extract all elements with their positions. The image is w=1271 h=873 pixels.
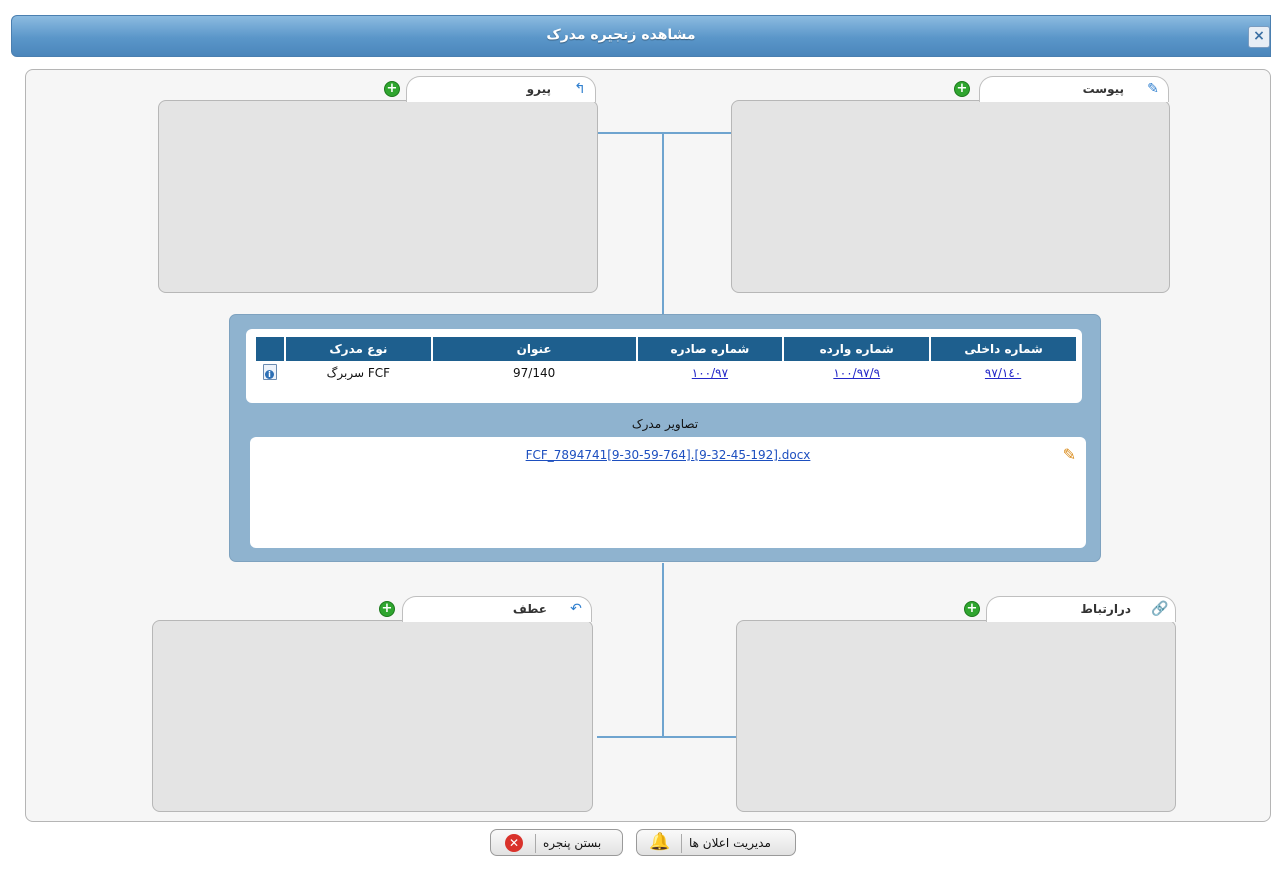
document-table: نوع مدرک عنوان شماره صادره شماره وارده ش… [254, 337, 1076, 385]
manage-notifications-label: مدیریت اعلان ها [689, 836, 771, 850]
group-peyvast: ✎ پیوست + [731, 76, 1170, 293]
table-cell-outgoing-no: ۱۰۰/۹۷ [637, 361, 784, 385]
current-document-panel: نوع مدرک عنوان شماره صادره شماره وارده ش… [229, 314, 1101, 562]
table-cell-doc-type: سربرگ FCF [326, 366, 391, 380]
table-header-row: نوع مدرک عنوان شماره صادره شماره وارده ش… [254, 337, 1076, 361]
group-dar-ertebat-tab[interactable]: 🔗 درارتباط [986, 596, 1176, 622]
table-header-internal-no[interactable]: شماره داخلی [929, 337, 1076, 361]
table-cell-title: 97/140 [513, 366, 556, 380]
paperclip-icon: ✎ [1062, 445, 1076, 464]
link-icon: 🔗 [1151, 601, 1169, 617]
close-window-icon[interactable]: × [1248, 26, 1270, 48]
attachment-doc-icon: ✎ [1147, 81, 1159, 97]
group-pirou: ↰ پیرو + [158, 76, 598, 293]
add-peyvast-button[interactable]: + [954, 81, 970, 97]
group-pirou-body [158, 100, 598, 293]
table-cell-incoming-no: ۱۰۰/۹۷/۹ [783, 361, 930, 385]
table-header-icon [254, 337, 285, 361]
attachment-file-link[interactable]: FCF_7894741[9-30-59-764].[9-32-45-192].d… [250, 448, 1086, 462]
group-pirou-tab[interactable]: ↰ پیرو [406, 76, 596, 102]
add-atf-button[interactable]: + [379, 601, 395, 617]
button-separator [535, 834, 536, 853]
document-images-title: تصاویر مدرک [631, 417, 699, 431]
close-circle-icon: ✕ [505, 834, 523, 852]
group-dar-ertebat: 🔗 درارتباط + [736, 596, 1176, 812]
group-pirou-label: پیرو [526, 82, 551, 96]
group-peyvast-tab[interactable]: ✎ پیوست [979, 76, 1169, 102]
group-dar-ertebat-label: درارتباط [1080, 602, 1131, 616]
connector-top-vertical [662, 133, 664, 314]
follow-up-doc-icon: ↰ [574, 81, 586, 97]
add-pirou-button[interactable]: + [384, 81, 400, 97]
table-header-outgoing-no[interactable]: شماره صادره [635, 337, 784, 361]
button-separator [681, 834, 682, 853]
table-cell-icon[interactable] [255, 361, 285, 385]
table-header-incoming-no[interactable]: شماره وارده [782, 337, 931, 361]
connector-bottom-vertical [662, 563, 664, 737]
table-cell-internal-no: ۹۷/۱٤٠ [930, 361, 1076, 385]
group-atf-body [152, 620, 593, 812]
table-header-title[interactable]: عنوان [430, 337, 637, 361]
bell-icon: 🔔 [649, 832, 671, 852]
group-dar-ertebat-body [736, 620, 1176, 812]
close-window-button[interactable]: ✕ بستن پنجره [490, 829, 623, 856]
incoming-no-link[interactable]: ۱۰۰/۹۷/۹ [833, 366, 880, 380]
document-table-card: نوع مدرک عنوان شماره صادره شماره وارده ش… [246, 329, 1082, 403]
document-info-icon[interactable] [262, 363, 277, 380]
internal-no-link[interactable]: ۹۷/۱٤٠ [985, 366, 1021, 380]
manage-notifications-button[interactable]: 🔔 مدیریت اعلان ها [636, 829, 796, 856]
group-atf: ↶ عطف + [152, 596, 593, 812]
connector-top-horizontal [597, 132, 731, 134]
add-dar-ertebat-button[interactable]: + [964, 601, 980, 617]
group-peyvast-label: پیوست [1082, 82, 1124, 96]
group-atf-label: عطف [512, 602, 547, 616]
table-row: سربرگ FCF 97/140 ۱۰۰/۹۷ ۱۰۰/۹۷/۹ ۹۷/۱٤٠ [255, 361, 1076, 385]
group-atf-tab[interactable]: ↶ عطف [402, 596, 592, 622]
close-window-label: بستن پنجره [543, 836, 602, 850]
connector-bottom-horizontal [597, 736, 737, 738]
group-peyvast-body [731, 100, 1170, 293]
reference-arrow-icon: ↶ [570, 601, 582, 617]
window-title: مشاهده زنجیره مدرک [546, 27, 696, 43]
table-header-doc-type[interactable]: نوع مدرک [283, 337, 432, 361]
document-images-card: FCF_7894741[9-30-59-764].[9-32-45-192].d… [250, 437, 1086, 548]
window-titlebar: مشاهده زنجیره مدرک × [11, 15, 1271, 57]
outgoing-no-link[interactable]: ۱۰۰/۹۷ [692, 366, 728, 380]
